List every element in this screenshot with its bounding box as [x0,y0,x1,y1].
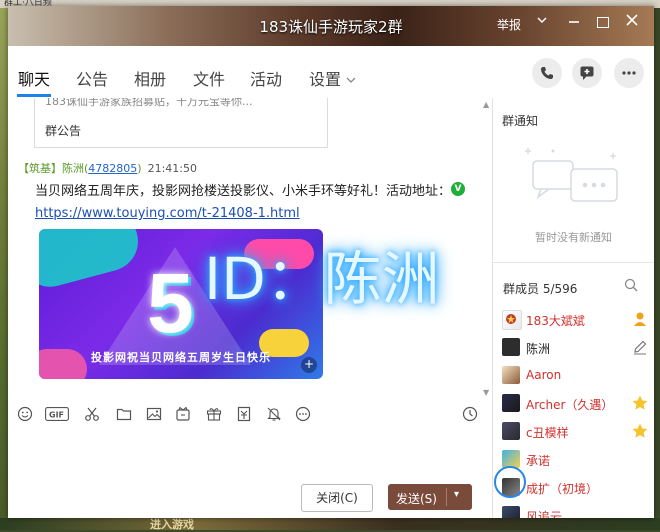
star-icon [632,423,648,438]
message-link[interactable]: https://www.touying.com/t-21408-1.html [35,206,300,221]
search-icon[interactable] [624,278,638,292]
close-button[interactable]: 关闭(C) [301,484,373,512]
tab-notice[interactable]: 公告 [76,66,108,90]
message-text: 当贝网络五周年庆，投影网抢楼送投影仪、小米手环等好礼！活动地址： [35,184,452,199]
chevron-down-icon [346,77,356,83]
chevron-down-icon[interactable] [536,14,548,30]
chat-scrollbar[interactable]: ▲ ▼ [483,98,489,400]
edit-icon[interactable] [631,338,649,356]
tab-bar: 聊天 公告 相册 文件 活动 设置 [8,46,654,98]
member-item[interactable]: c丑模样 [502,418,650,444]
tab-settings-label: 设置 [309,70,342,89]
mute-bell-icon[interactable] [265,405,283,423]
member-name: 成扩（初境） [526,482,599,496]
group-notice-title: 群通知 [502,114,539,128]
screenshot-scissors-icon[interactable] [83,405,101,423]
member-name: c丑模样 [526,426,569,440]
message-time: 21:41:50 [147,162,197,175]
desktop-bottom-strip: 进入游戏 [0,518,660,531]
member-name: 风追云 [526,510,563,518]
input-toolbar: GIF [8,400,492,428]
right-panel-separator [493,262,654,263]
avatar [502,338,520,356]
desktop-left-strip [0,8,8,530]
member-item[interactable]: 183大斌斌 [502,306,650,332]
send-button-label: 发送(S) [396,492,437,506]
member-item[interactable]: Archer（久遇） [502,390,650,416]
add-app-button[interactable] [572,58,602,88]
empty-notice-text: 暂时没有新通知 [535,231,612,244]
more-tools-icon[interactable] [294,405,312,423]
avatar [502,506,520,518]
tab-files[interactable]: 文件 [193,66,225,90]
image-icon[interactable] [145,405,163,423]
group-chat-window: 183诛仙手游玩家2群 举报 聊天 公告 相册 文件 活动 设置 183诛仙手游… [8,6,654,518]
svg-text:GIF: GIF [49,411,64,420]
notice-preview-text: 183诛仙手游家族招募贴，千万元宝等你... [45,98,253,108]
add-message-icon [580,66,594,80]
id-watermark: ID：陈洲 [204,245,440,313]
active-tab-indicator [17,94,51,97]
sender-name: 【筑基】陈洲 [18,162,84,175]
send-options-chevron-icon[interactable]: ▾ [454,489,459,500]
tab-album[interactable]: 相册 [134,66,166,90]
emoji-icon[interactable] [16,405,34,423]
member-name: 陈洲 [526,342,551,356]
notice-card-label: 群公告 [45,124,82,138]
avatar [502,366,520,384]
right-panel: 群通知 暂时没有新通知 群成员 5/596 183大斌斌 陈洲 Aaron Ar… [493,98,654,518]
decorative-shape [39,349,87,379]
banner-caption: 投影网祝当贝网络五周岁生日快乐 [91,351,271,364]
sender-id[interactable]: 4782805 [88,162,137,175]
banner-number: 5 [147,256,194,350]
tab-settings[interactable]: 设置 [309,66,356,90]
phone-icon [541,67,553,79]
owner-icon [634,312,646,326]
member-item[interactable]: 承诺 [502,446,650,472]
member-name: Aaron [526,368,562,382]
members-title: 群成员 5/596 [503,282,578,296]
star-icon [632,395,648,410]
more-dots-icon [622,71,636,75]
highlight-ring [494,466,526,498]
maximize-button[interactable] [597,14,609,32]
avatar [502,310,522,330]
scroll-down-icon[interactable]: ▼ [483,388,489,397]
tab-chat[interactable]: 聊天 [18,66,50,90]
call-button[interactable] [532,58,562,88]
member-item[interactable]: 风追云 [502,502,650,518]
vote-icon[interactable] [235,405,253,423]
window-title: 183诛仙手游玩家2群 [259,18,403,36]
gif-icon[interactable]: GIF [45,405,69,423]
history-clock-icon[interactable] [461,405,479,423]
expand-image-icon[interactable]: + [301,357,317,373]
gift-icon[interactable] [205,405,223,423]
member-name: 承诺 [526,454,551,468]
red-packet-icon[interactable] [174,405,192,423]
message-sender[interactable]: 【筑基】陈洲(4782805) 21:41:50 [18,160,197,176]
folder-icon[interactable] [115,405,133,423]
avatar [502,394,520,412]
verified-icon: V [451,182,465,196]
report-button[interactable]: 举报 [497,16,521,33]
member-name: Archer（久遇） [526,398,614,412]
scroll-up-icon[interactable]: ▲ [483,100,489,109]
minimize-button[interactable] [568,14,580,30]
tab-activity[interactable]: 活动 [250,66,282,90]
more-button[interactable] [614,58,644,88]
member-item[interactable]: 陈洲 [502,334,650,360]
chat-message-area[interactable]: 183诛仙手游家族招募贴，千万元宝等你... 群公告 【筑基】陈洲(478280… [8,98,492,400]
message-input[interactable] [8,428,492,486]
avatar [502,422,520,440]
member-item[interactable]: Aaron [502,362,650,388]
close-window-button[interactable] [626,14,638,30]
pinned-notice-card[interactable]: 183诛仙手游家族招募贴，千万元宝等你... 群公告 [34,98,328,148]
send-button-divider [446,488,447,506]
member-name: 183大斌斌 [526,314,585,328]
empty-notice-illustration-icon [525,148,618,202]
title-bar[interactable]: 183诛仙手游玩家2群 举报 [8,6,654,46]
send-button[interactable]: 发送(S) ▾ [388,484,472,510]
